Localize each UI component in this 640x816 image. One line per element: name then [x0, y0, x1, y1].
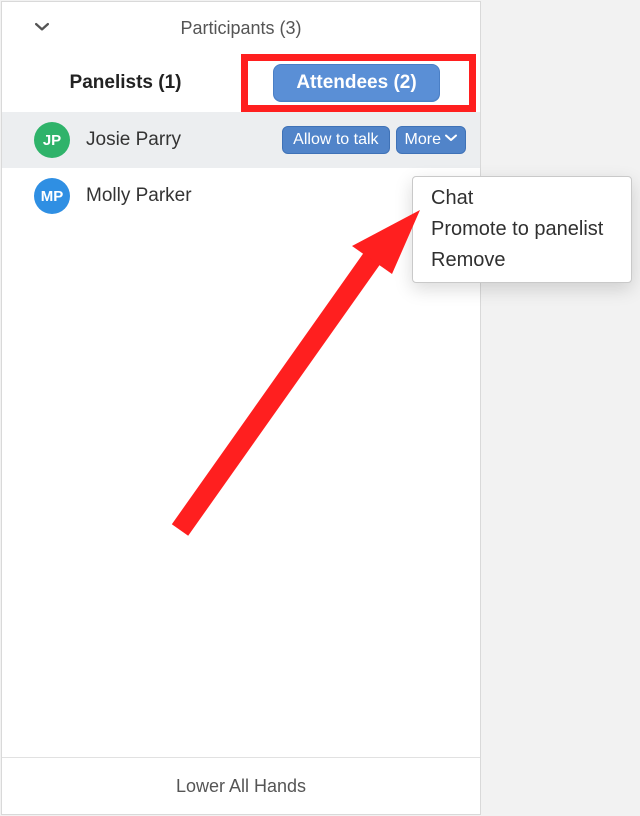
attendee-name: Molly Parker [86, 185, 466, 207]
tab-attendees-wrap: Attendees (2) [241, 54, 472, 112]
more-button[interactable]: More [396, 126, 466, 154]
avatar: JP [34, 122, 70, 158]
panel-title: Participants (3) [180, 18, 301, 38]
lower-all-hands-button[interactable]: Lower All Hands [2, 757, 480, 814]
more-context-menu: Chat Promote to panelist Remove [412, 176, 632, 283]
tab-panelists[interactable]: Panelists (1) [10, 72, 241, 94]
attendee-row[interactable]: MP Molly Parker [2, 168, 480, 224]
avatar: MP [34, 178, 70, 214]
attendee-name: Josie Parry [86, 129, 282, 151]
collapse-button[interactable] [28, 14, 56, 42]
row-actions: Allow to talk More [282, 126, 466, 154]
menu-item-remove[interactable]: Remove [413, 245, 631, 276]
menu-item-promote-to-panelist[interactable]: Promote to panelist [413, 214, 631, 245]
attendees-list: JP Josie Parry Allow to talk More MP Mol… [2, 112, 480, 224]
chevron-down-icon [35, 2, 49, 54]
allow-to-talk-button[interactable]: Allow to talk [282, 126, 389, 154]
annotation-highlight-box [241, 54, 476, 112]
chevron-down-icon [445, 131, 457, 149]
participants-panel: Participants (3) Panelists (1) Attendees… [1, 1, 481, 815]
menu-item-chat[interactable]: Chat [413, 183, 631, 214]
tabs: Panelists (1) Attendees (2) [2, 54, 480, 112]
attendee-row[interactable]: JP Josie Parry Allow to talk More [2, 112, 480, 168]
panel-header: Participants (3) [2, 2, 480, 54]
more-button-label: More [405, 131, 441, 149]
